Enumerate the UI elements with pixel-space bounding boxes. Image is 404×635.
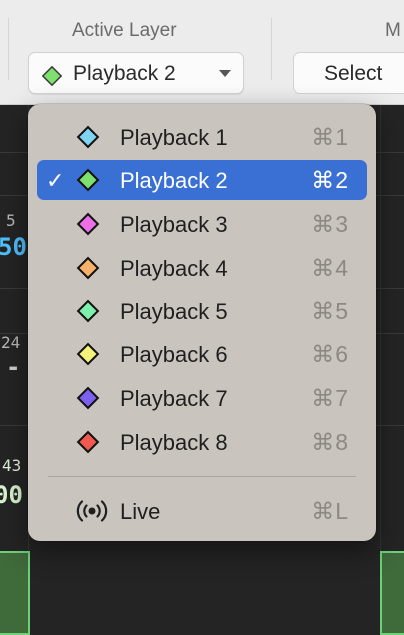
cell-number: 43 [2, 456, 22, 475]
active-layer-value: Playback 2 [73, 62, 176, 85]
active-layer-popup[interactable]: Playback 2 [28, 52, 244, 94]
menu-item-label: Playback 5 [120, 299, 228, 324]
menu-item-label: Playback 8 [120, 430, 228, 455]
cell-number: 5 [6, 211, 16, 230]
menu-item-playback-3[interactable]: Playback 3 ⌘3 [37, 204, 367, 244]
diamond-swatch-icon [41, 65, 63, 87]
active-layer-label: Active Layer [72, 20, 177, 41]
menu-item-label: Playback 6 [120, 342, 228, 367]
layer-dropdown-menu: Playback 1 ⌘1 ✓ Playback 2 ⌘2 Playback 3… [28, 104, 376, 541]
diamond-swatch-icon [76, 299, 100, 323]
menu-separator [48, 476, 356, 477]
cell-number: 24 [1, 333, 21, 352]
diamond-swatch-icon [76, 212, 100, 236]
menu-item-shortcut: ⌘L [311, 498, 349, 524]
menu-item-playback-2[interactable]: ✓ Playback 2 ⌘2 [37, 160, 367, 200]
diamond-swatch-icon [76, 342, 100, 366]
diamond-swatch-icon [76, 168, 100, 192]
menu-item-shortcut: ⌘4 [311, 255, 349, 281]
menu-item-shortcut: ⌘6 [311, 341, 349, 367]
menu-item-live[interactable]: Live ⌘L [37, 491, 367, 531]
menu-item-shortcut: ⌘8 [311, 429, 349, 455]
active-cue-cell[interactable] [0, 551, 30, 635]
menu-item-shortcut: ⌘3 [311, 211, 349, 237]
diamond-swatch-icon [76, 430, 100, 454]
broadcast-icon [76, 500, 108, 522]
toolbar: Active Layer M Playback 2 Select [0, 0, 404, 105]
menu-item-playback-1[interactable]: Playback 1 ⌘1 [37, 117, 367, 157]
cell-value: - [6, 353, 21, 381]
menu-item-label: Playback 2 [120, 168, 228, 193]
menu-item-label: Live [120, 499, 161, 524]
menu-item-shortcut: ⌘2 [311, 167, 349, 193]
cell-value: 50 [0, 233, 27, 261]
menu-item-playback-8[interactable]: Playback 8 ⌘8 [37, 422, 367, 462]
menu-item-label: Playback 1 [120, 125, 228, 150]
menu-item-playback-4[interactable]: Playback 4 ⌘4 [37, 248, 367, 288]
menu-item-shortcut: ⌘5 [311, 298, 349, 324]
select-button-label: Select [324, 62, 383, 85]
menu-item-shortcut: ⌘7 [311, 385, 349, 411]
toolbar-divider [271, 18, 272, 80]
menu-item-shortcut: ⌘1 [311, 124, 349, 150]
menu-item-playback-5[interactable]: Playback 5 ⌘5 [37, 291, 367, 331]
menu-item-label: Playback 7 [120, 386, 228, 411]
toolbar-divider [8, 18, 9, 80]
diamond-swatch-icon [76, 125, 100, 149]
diamond-swatch-icon [76, 386, 100, 410]
select-button[interactable]: Select [293, 52, 404, 94]
chevron-down-icon [219, 70, 231, 77]
cell-value: 00 [0, 481, 23, 509]
menu-item-playback-7[interactable]: Playback 7 ⌘7 [37, 378, 367, 418]
menu-item-label: Playback 3 [120, 212, 228, 237]
menu-item-playback-6[interactable]: Playback 6 ⌘6 [37, 334, 367, 374]
toolbar-label-truncated: M [385, 20, 401, 41]
grid-line [380, 105, 381, 562]
checkmark-icon: ✓ [46, 168, 65, 193]
diamond-swatch-icon [76, 256, 100, 280]
active-cue-cell[interactable] [380, 551, 404, 635]
menu-item-label: Playback 4 [120, 256, 228, 281]
